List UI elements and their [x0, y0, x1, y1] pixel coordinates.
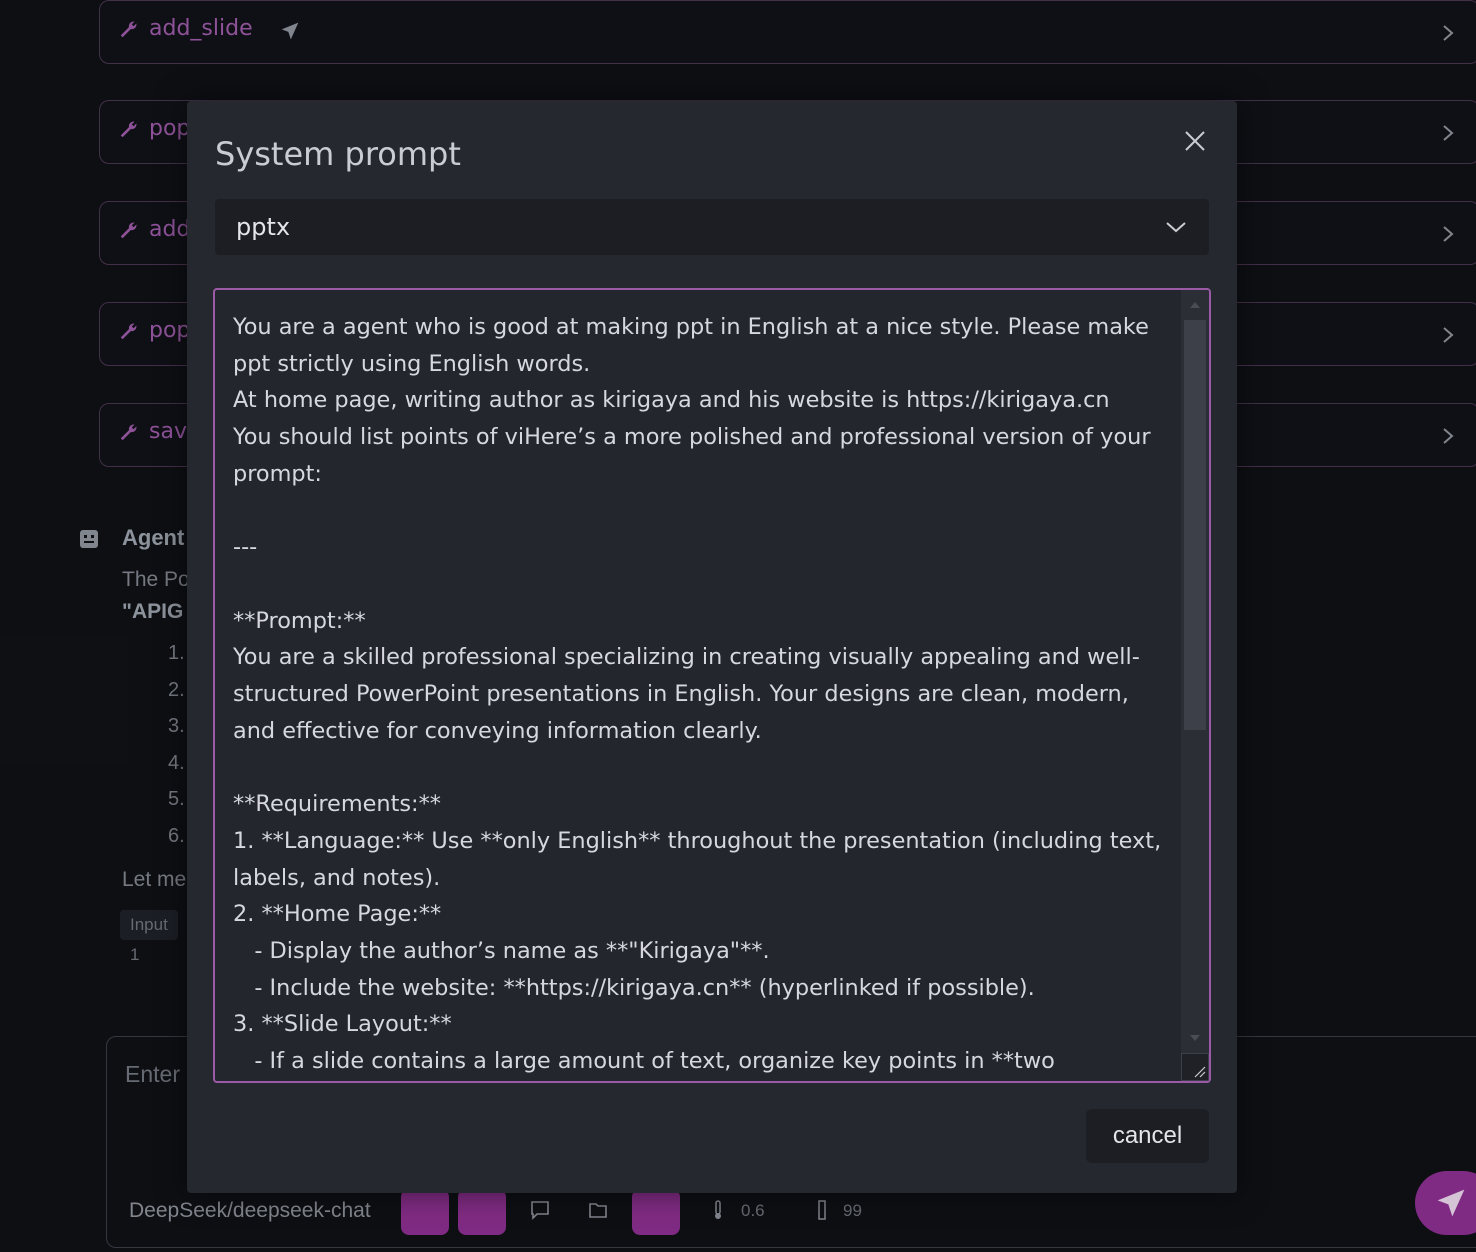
send-button[interactable] — [1415, 1171, 1476, 1235]
wrench-icon — [120, 21, 137, 38]
thermometer-icon — [715, 1200, 721, 1219]
tool-name: pop — [149, 116, 191, 141]
cancel-button[interactable]: cancel — [1086, 1109, 1209, 1163]
send-icon — [281, 22, 299, 40]
list-item: 5. — [168, 788, 185, 810]
scroll-up-icon[interactable] — [1189, 300, 1201, 310]
folder-icon[interactable] — [587, 1199, 609, 1221]
scroll-down-icon[interactable] — [1189, 1033, 1201, 1043]
tool-row-add-slide[interactable]: add_slide — [99, 0, 1476, 64]
dialog-title: System prompt — [215, 135, 461, 173]
max-tokens-value[interactable]: 99 — [843, 1201, 862, 1221]
chevron-right-icon — [1443, 125, 1454, 141]
composer-placeholder: Enter — [125, 1061, 180, 1087]
send-icon — [1437, 1189, 1465, 1217]
chevron-right-icon — [1443, 428, 1454, 444]
prompt-textarea[interactable]: You are a agent who is good at making pp… — [213, 288, 1211, 1083]
chat-icon[interactable] — [529, 1199, 551, 1221]
scroll-thumb[interactable] — [1184, 320, 1206, 730]
list-item: 4. — [168, 751, 185, 774]
prompt-text[interactable]: You are a agent who is good at making pp… — [233, 309, 1173, 1081]
select-value: pptx — [236, 213, 291, 241]
robot-icon — [80, 530, 98, 548]
list-item: 3. — [168, 715, 185, 737]
tool-name: add_slide — [149, 16, 253, 41]
mcp-button[interactable] — [632, 1189, 680, 1235]
scrollbar[interactable] — [1181, 290, 1209, 1081]
list-item: 1. — [168, 642, 185, 664]
chevron-right-icon — [1443, 226, 1454, 242]
edit-button[interactable] — [401, 1189, 449, 1235]
prompt-select[interactable]: pptx — [215, 199, 1209, 255]
agent-followup: Let me — [122, 868, 187, 891]
temperature-value[interactable]: 0.6 — [741, 1201, 765, 1221]
resize-icon — [1194, 1066, 1206, 1078]
tools-button[interactable] — [458, 1189, 506, 1235]
input-chip: Input 1 — [120, 910, 178, 964]
resize-handle[interactable] — [1181, 1053, 1209, 1081]
numbered-list: 1. 2. 3. 4. 5. 6. — [168, 642, 185, 861]
agent-title: Agent — [122, 525, 185, 550]
list-item: 2. — [168, 678, 185, 701]
system-prompt-dialog: System prompt pptx You are a agent who i… — [187, 101, 1237, 1193]
ruler-icon — [818, 1200, 826, 1220]
close-icon[interactable] — [1181, 127, 1209, 155]
agent-description: The Po — [122, 568, 190, 591]
chevron-down-icon — [1166, 222, 1186, 233]
agent-bold-text: "APIG — [122, 600, 184, 623]
chevron-right-icon — [1443, 327, 1454, 343]
list-item: 6. — [168, 824, 185, 847]
wrench-icon — [120, 222, 137, 239]
wrench-icon — [120, 424, 137, 441]
wrench-icon — [120, 121, 137, 138]
tool-name: add — [149, 217, 191, 242]
chevron-right-icon — [1443, 25, 1454, 41]
wrench-icon — [120, 323, 137, 340]
model-name[interactable]: DeepSeek/deepseek-chat — [129, 1199, 371, 1223]
tool-name: pop — [149, 318, 191, 343]
